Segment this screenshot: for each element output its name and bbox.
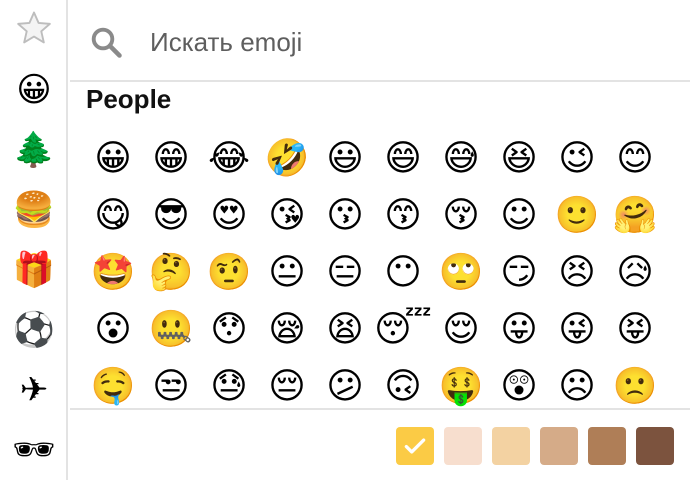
skin-tone-swatch-1[interactable] — [396, 427, 434, 465]
skin-tone-swatch-3[interactable] — [492, 427, 530, 465]
star-icon — [17, 11, 51, 44]
emoji-cell[interactable]: 😮 — [84, 301, 142, 358]
emoji-cell[interactable]: 😯 — [200, 301, 258, 358]
checkmark-icon — [404, 438, 426, 454]
smiley-icon: 😀 — [16, 70, 52, 110]
emoji-cell[interactable]: 😗 — [316, 187, 374, 244]
category-sidebar: 😀 🌲 🍔 🎁 ⚽ ✈ 🕶 — [0, 0, 68, 480]
section-title: People — [86, 84, 172, 114]
emoji-cell[interactable]: 😪 — [258, 301, 316, 358]
emoji-cell[interactable]: 😁 — [142, 130, 200, 187]
emoji-cell[interactable]: 😔 — [258, 358, 316, 408]
hamburger-icon: 🍔 — [12, 190, 56, 230]
emoji-cell[interactable]: 😄 — [374, 130, 432, 187]
emoji-cell[interactable]: 🙃 — [374, 358, 432, 408]
emoji-cell[interactable]: 😲 — [490, 358, 548, 408]
skin-tone-swatch-4[interactable] — [540, 427, 578, 465]
skin-tone-bar — [70, 408, 690, 480]
emoji-cell[interactable]: 🤣 — [258, 130, 316, 187]
emoji-cell[interactable]: 😉 — [548, 130, 606, 187]
category-food[interactable]: 🍔 — [0, 182, 68, 238]
sunglasses-icon: 🕶 — [12, 430, 56, 470]
emoji-cell[interactable]: 😕 — [316, 358, 374, 408]
emoji-cell[interactable]: 😋 — [84, 187, 142, 244]
emoji-cell[interactable]: 🤐 — [142, 301, 200, 358]
emoji-cell[interactable]: 😎 — [142, 187, 200, 244]
emoji-cell[interactable]: 😶 — [374, 244, 432, 301]
emoji-cell[interactable]: 🙁 — [606, 358, 664, 408]
emoji-cell[interactable]: 😚 — [432, 187, 490, 244]
emoji-cell[interactable]: 😙 — [374, 187, 432, 244]
category-recent[interactable] — [0, 0, 68, 56]
category-sports[interactable]: ⚽ — [0, 302, 68, 358]
search-icon[interactable] — [88, 24, 124, 60]
emoji-cell[interactable]: 😒 — [142, 358, 200, 408]
category-symbols[interactable]: 🕶 — [0, 422, 68, 478]
skin-tone-swatch-2[interactable] — [444, 427, 482, 465]
emoji-cell[interactable]: 😓 — [200, 358, 258, 408]
emoji-cell[interactable]: 🤨 — [200, 244, 258, 301]
emoji-cell[interactable]: 🤑 — [432, 358, 490, 408]
emoji-cell[interactable]: 😃 — [316, 130, 374, 187]
emoji-cell[interactable]: 😫 — [316, 301, 374, 358]
emoji-cell[interactable]: 😆 — [490, 130, 548, 187]
category-nature[interactable]: 🌲 — [0, 122, 68, 178]
gift-icon: 🎁 — [12, 250, 56, 290]
category-people[interactable]: 😀 — [0, 62, 68, 118]
emoji-cell[interactable]: 😥 — [606, 244, 664, 301]
emoji-cell[interactable]: 😴 — [374, 301, 432, 358]
emoji-cell[interactable]: 🤩 — [84, 244, 142, 301]
emoji-cell[interactable]: 🤗 — [606, 187, 664, 244]
emoji-cell[interactable]: 🙂 — [548, 187, 606, 244]
emoji-cell[interactable]: 😣 — [548, 244, 606, 301]
emoji-cell[interactable]: 😝 — [606, 301, 664, 358]
emoji-cell[interactable]: 😊 — [606, 130, 664, 187]
emoji-cell[interactable]: 😅 — [432, 130, 490, 187]
emoji-cell[interactable]: 😜 — [548, 301, 606, 358]
emoji-cell[interactable]: 🤔 — [142, 244, 200, 301]
emoji-cell[interactable]: ☹ — [548, 358, 606, 408]
emoji-cell[interactable]: 😐 — [258, 244, 316, 301]
emoji-grid: 😀 😁 😂 🤣 😃 😄 😅 😆 😉 😊 😋 😎 😍 😘 😗 😙 😚 ☺ 🙂 🤗 🤩 🤔 🤨 😐 😑 😶 🙄 😏 😣 😥 😮 🤐 😯 😪 😫 😴 😌 😛 😜 😝… — [84, 130, 664, 408]
category-objects[interactable]: 🎁 — [0, 242, 68, 298]
emoji-cell[interactable]: 🙄 — [432, 244, 490, 301]
tree-icon: 🌲 — [12, 130, 56, 170]
category-travel[interactable]: ✈ — [0, 362, 68, 418]
emoji-cell[interactable]: 😍 — [200, 187, 258, 244]
emoji-cell[interactable]: 😂 — [200, 130, 258, 187]
emoji-cell[interactable]: ☺ — [490, 187, 548, 244]
search-bar — [70, 0, 690, 82]
skin-tone-swatch-5[interactable] — [588, 427, 626, 465]
emoji-cell[interactable]: 😛 — [490, 301, 548, 358]
emoji-cell[interactable]: 😑 — [316, 244, 374, 301]
soccer-ball-icon: ⚽ — [12, 310, 56, 350]
skin-tone-swatch-6[interactable] — [636, 427, 674, 465]
emoji-cell[interactable]: 😏 — [490, 244, 548, 301]
emoji-cell[interactable]: 😌 — [432, 301, 490, 358]
search-input[interactable] — [148, 18, 672, 66]
airplane-icon: ✈ — [19, 370, 49, 410]
emoji-cell[interactable]: 😘 — [258, 187, 316, 244]
emoji-cell[interactable]: 🤤 — [84, 358, 142, 408]
emoji-cell[interactable]: 😀 — [84, 130, 142, 187]
